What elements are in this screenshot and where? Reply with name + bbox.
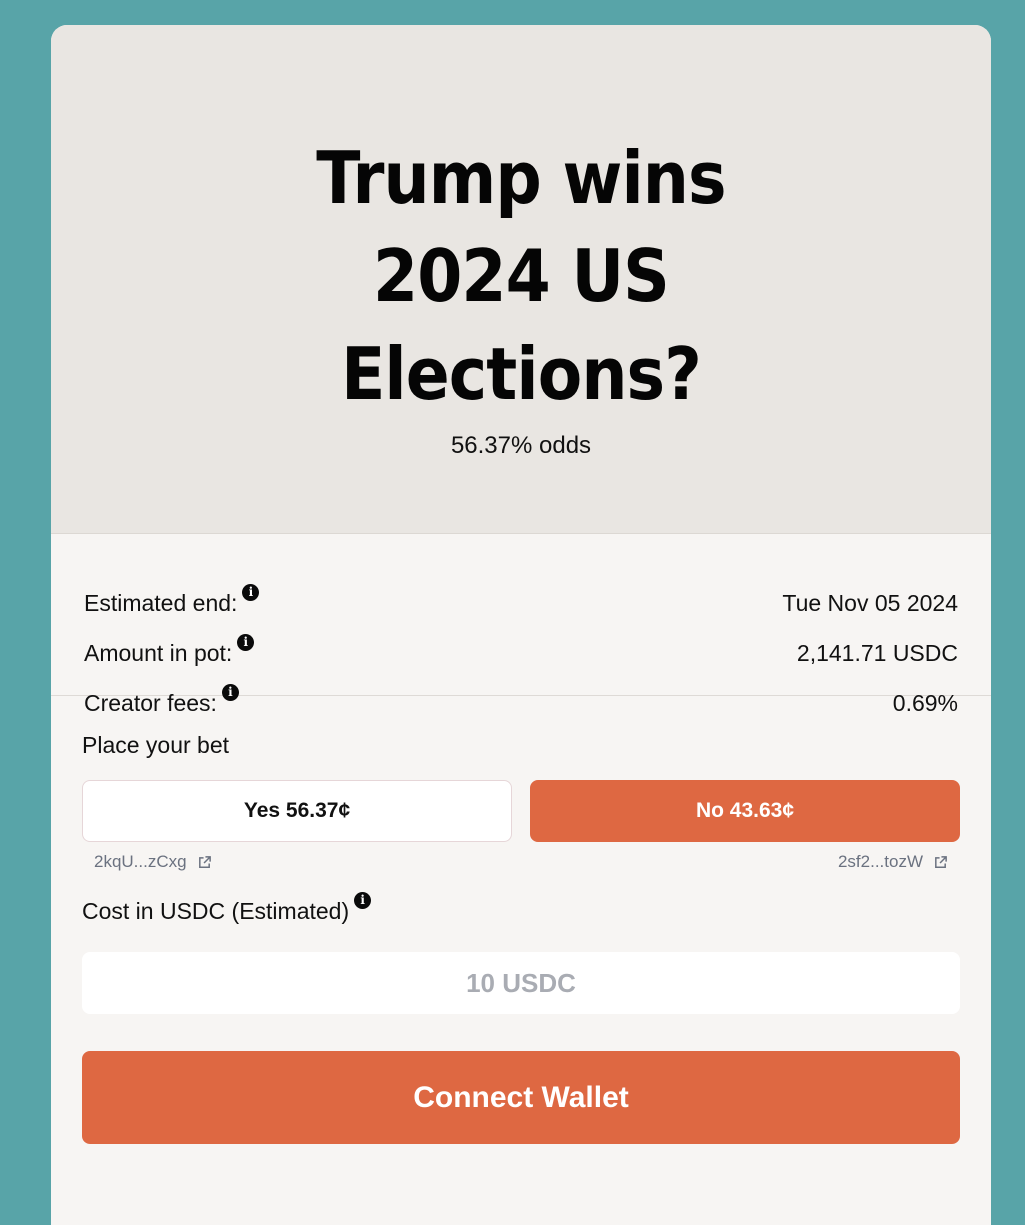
stat-label: Creator fees:	[84, 689, 217, 716]
place-bet-heading: Place your bet	[82, 732, 230, 758]
cost-label-row: Cost in USDC (Estimated) i	[82, 892, 960, 930]
yes-token-address: 2kqU...zCxg	[94, 852, 187, 871]
stat-label: Amount in pot:	[84, 639, 233, 666]
market-title: Trump wins 2024 US Elections?	[316, 136, 726, 416]
cost-label: Cost in USDC (Estimated)	[82, 898, 350, 924]
market-card: Trump wins 2024 US Elections? 56.37% odd…	[51, 25, 991, 1225]
no-button[interactable]: No 43.63¢	[530, 780, 960, 842]
yes-token-link[interactable]: 2kqU...zCxg	[94, 850, 212, 874]
info-icon[interactable]: i	[242, 583, 260, 601]
stat-value: 2,141.71 USDC	[796, 639, 958, 666]
no-token-link[interactable]: 2sf2...tozW	[838, 850, 948, 874]
no-token-address: 2sf2...tozW	[837, 852, 923, 871]
bet-section: Place your bet Yes 56.37¢ No 43.63¢ 2kqU…	[51, 696, 991, 1144]
info-icon[interactable]: i	[354, 892, 372, 909]
token-addresses: 2kqU...zCxg 2sf2...tozW	[82, 850, 960, 874]
external-link-icon	[935, 855, 947, 868]
connect-wallet-button[interactable]: Connect Wallet	[82, 1051, 960, 1144]
market-stats: Estimated end: i Tue Nov 05 2024 Amount …	[51, 534, 991, 716]
market-hero: Trump wins 2024 US Elections? 56.37% odd…	[51, 25, 991, 534]
stat-row-amount-in-pot: Amount in pot: i 2,141.71 USDC	[84, 628, 958, 678]
stat-label: Estimated end:	[84, 589, 238, 616]
cost-input[interactable]	[82, 952, 960, 1014]
external-link-icon	[198, 855, 211, 868]
info-icon[interactable]: i	[237, 633, 255, 651]
stat-row-estimated-end: Estimated end: i Tue Nov 05 2024	[84, 578, 958, 628]
stat-value: 0.69%	[892, 689, 958, 716]
yes-button[interactable]: Yes 56.37¢	[82, 780, 512, 842]
info-icon[interactable]: i	[221, 683, 239, 701]
market-odds: 56.37% odds	[450, 432, 592, 459]
bet-options: Yes 56.37¢ No 43.63¢	[82, 780, 960, 842]
stat-value: Tue Nov 05 2024	[782, 589, 958, 616]
